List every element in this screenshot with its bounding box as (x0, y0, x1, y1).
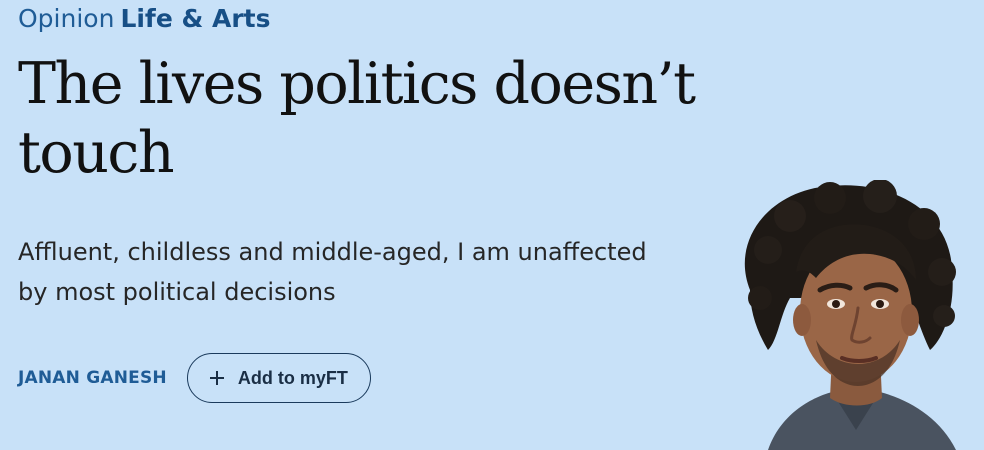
byline-row: JANAN GANESH Add to myFT (18, 352, 371, 404)
section-link-life-arts[interactable]: Life & Arts (120, 4, 270, 33)
plus-icon (209, 371, 224, 385)
add-to-myft-button[interactable]: Add to myFT (186, 353, 371, 403)
opinion-link[interactable]: Opinion (18, 4, 114, 33)
author-link[interactable]: JANAN GANESH (18, 368, 167, 388)
article-header: Opinion Life & Arts The lives politics do… (0, 0, 984, 450)
topline: Opinion Life & Arts (18, 2, 271, 36)
standfirst: Affluent, childless and middle-aged, I a… (18, 238, 647, 306)
author-portrait (744, 180, 956, 450)
add-to-myft-label: Add to myFT (237, 367, 348, 388)
headline: The lives politics doesn’t touch (18, 51, 696, 186)
